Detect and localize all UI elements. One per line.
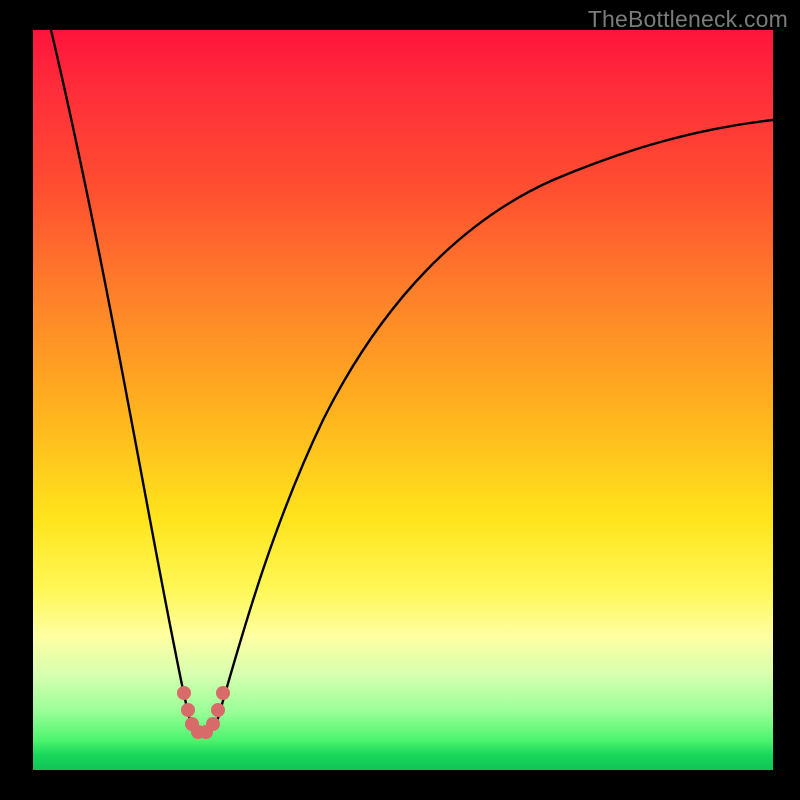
valley-markers bbox=[178, 687, 230, 739]
plot-area bbox=[33, 30, 773, 770]
curve-layer bbox=[33, 30, 773, 770]
curve-left bbox=[51, 30, 190, 720]
watermark-text: TheBottleneck.com bbox=[588, 6, 788, 33]
chart-frame: TheBottleneck.com bbox=[0, 0, 800, 800]
curve-right bbox=[218, 120, 773, 718]
